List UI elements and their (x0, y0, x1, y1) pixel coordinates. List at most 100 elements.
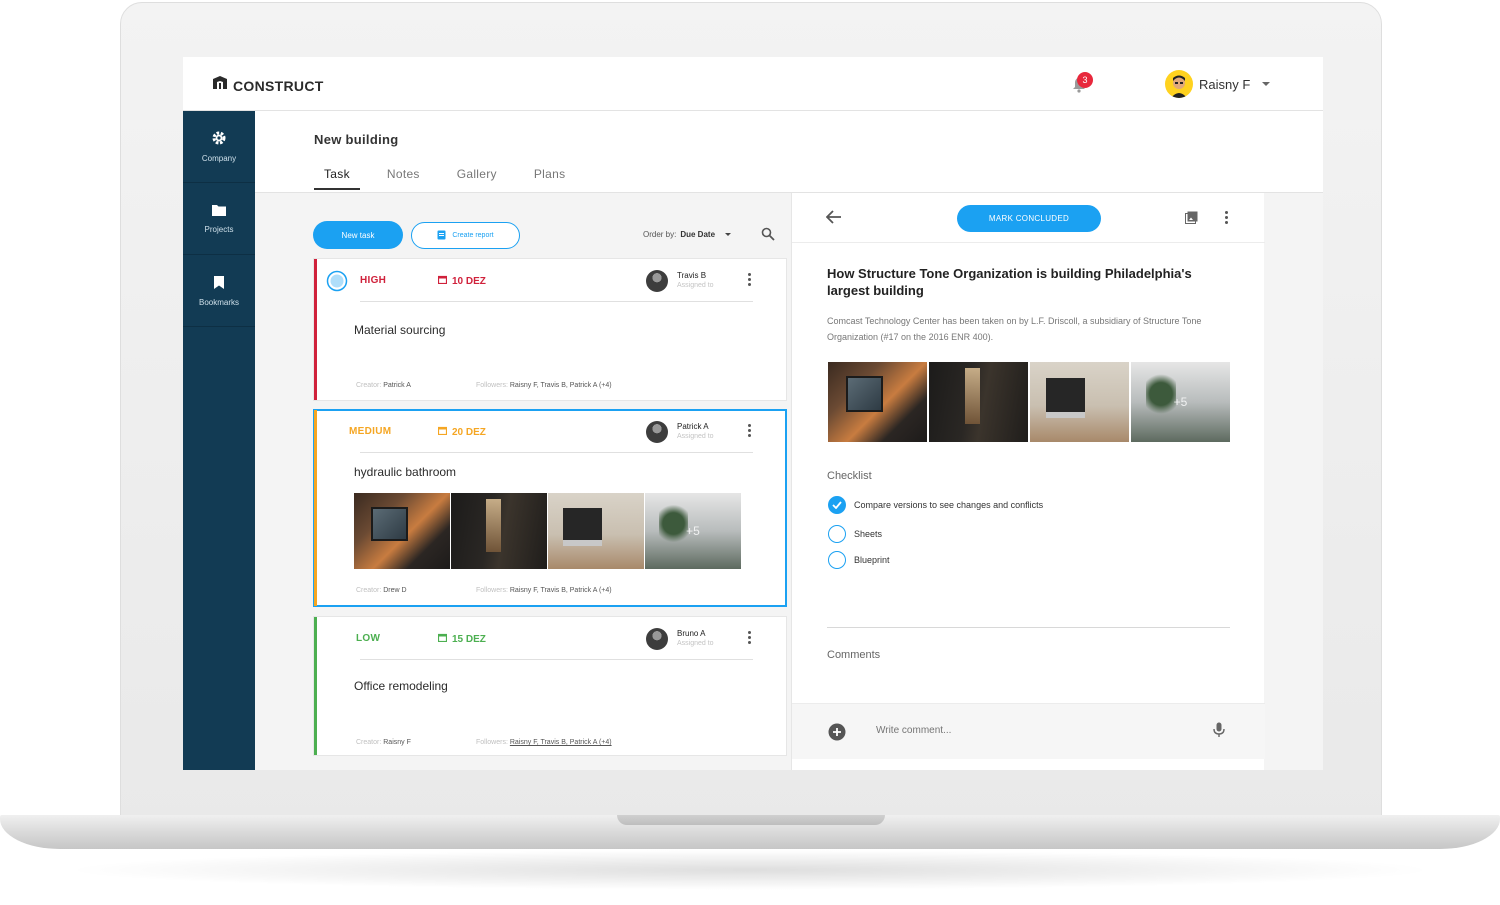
task-followers[interactable]: Followers: Raisny F, Travis B, Patrick A… (476, 739, 612, 746)
chevron-down-icon (725, 233, 732, 236)
more-options-icon[interactable] (748, 631, 751, 644)
search-icon[interactable] (761, 227, 775, 246)
order-by-label: Order by: (643, 230, 677, 239)
tab-gallery[interactable]: Gallery (447, 167, 507, 190)
task-image[interactable] (548, 493, 644, 569)
assignee-sub: Assigned to (677, 282, 714, 289)
calendar-icon (437, 633, 448, 645)
task-image[interactable] (451, 493, 547, 569)
detail-image[interactable] (1030, 362, 1129, 442)
sidebar-item-label: Bookmarks (198, 297, 239, 307)
task-followers: Followers: Raisny F, Travis B, Patrick A… (476, 587, 612, 594)
laptop-shadow (60, 850, 1440, 890)
calendar-icon (437, 426, 448, 438)
priority-edge (314, 617, 317, 755)
task-followers: Followers: Raisny F, Travis B, Patrick A… (476, 382, 612, 389)
task-title: Material sourcing (354, 323, 446, 337)
user-name: Raisny F (1199, 76, 1251, 92)
assignee[interactable]: Travis B Assigned to (646, 270, 714, 292)
task-title: Office remodeling (354, 679, 448, 693)
sidebar-item-bookmarks[interactable]: Bookmarks (183, 255, 255, 327)
task-images: +5 (354, 493, 741, 569)
brand-name: CONSTRUCT (233, 77, 324, 94)
task-image-more[interactable]: +5 (645, 493, 741, 569)
assignee-avatar (646, 421, 668, 443)
task-creator: Creator: Drew D (356, 587, 407, 594)
checklist-item[interactable]: Blueprint (828, 551, 890, 569)
checkbox-checked-icon[interactable] (828, 496, 846, 514)
add-attachment-icon[interactable] (828, 723, 846, 746)
due-date: 10 DEZ (437, 275, 486, 287)
card-divider (360, 659, 753, 660)
detail-images: +5 (828, 362, 1230, 442)
task-card-medium[interactable]: MEDIUM 20 DEZ Patrick A Assigned to hydr… (313, 409, 787, 607)
order-by-value: Due Date (680, 230, 716, 239)
assignee-name: Patrick A (677, 422, 709, 431)
priority-edge (314, 259, 317, 400)
gallery-icon[interactable] (1185, 211, 1198, 229)
checklist-item[interactable]: Sheets (828, 525, 882, 543)
comments-heading: Comments (827, 649, 881, 661)
sidebar-item-company[interactable]: Company (183, 111, 255, 183)
tab-plans[interactable]: Plans (524, 167, 576, 190)
tab-task[interactable]: Task (314, 167, 360, 190)
assignee-name: Travis B (677, 271, 707, 280)
tab-notes[interactable]: Notes (377, 167, 430, 190)
app-screen: CONSTRUCT 3 Raisny F Company Projects Bo… (183, 57, 1323, 770)
order-by-select[interactable]: Order by: Due Date (643, 230, 732, 239)
chevron-down-icon (1262, 82, 1271, 86)
comment-bar (792, 703, 1265, 759)
top-bar: CONSTRUCT 3 Raisny F (183, 57, 1323, 111)
due-date-text: 20 DEZ (452, 426, 486, 438)
task-card-low[interactable]: LOW 15 DEZ Bruno A Assigned to Office re… (313, 616, 787, 756)
assignee-sub: Assigned to (677, 640, 714, 647)
gear-icon (211, 130, 227, 148)
create-report-button[interactable]: Create report (411, 222, 520, 249)
detail-title: How Structure Tone Organization is build… (827, 266, 1192, 298)
logo-icon (211, 74, 229, 97)
sidebar-item-projects[interactable]: Projects (183, 183, 255, 255)
task-toolbar: New task Create report Order by: Due Dat… (313, 221, 787, 249)
new-task-button[interactable]: New task (313, 221, 403, 249)
microphone-icon[interactable] (1213, 722, 1225, 743)
tab-bar: Task Notes Gallery Plans (314, 167, 592, 190)
checklist-item-label: Sheets (854, 529, 883, 539)
task-card-high[interactable]: HIGH 10 DEZ Travis B Assigned to Materia… (313, 258, 787, 401)
create-report-label: Create report (452, 232, 494, 239)
bookmark-icon (213, 275, 225, 292)
detail-description: Comcast Technology Center has been taken… (827, 316, 1202, 342)
back-arrow-icon[interactable] (825, 210, 842, 229)
page-title: New building (314, 132, 399, 147)
assignee[interactable]: Bruno A Assigned to (646, 628, 714, 650)
detail-toolbar: MARK CONCLUDED (792, 193, 1265, 243)
due-date: 20 DEZ (437, 426, 486, 438)
sidebar-item-label: Projects (204, 225, 234, 234)
detail-image[interactable] (828, 362, 927, 442)
priority-label: MEDIUM (349, 426, 392, 437)
checklist-item-label: Blueprint (854, 555, 890, 565)
priority-edge (314, 410, 317, 606)
more-images-count: +5 (686, 524, 700, 538)
page-header: New building Task Notes Gallery Plans (255, 111, 1323, 193)
task-image[interactable] (354, 493, 450, 569)
mark-concluded-button[interactable]: MARK CONCLUDED (957, 205, 1101, 232)
detail-image[interactable] (929, 362, 1028, 442)
brand-logo[interactable]: CONSTRUCT (211, 74, 324, 97)
laptop-notch (617, 815, 885, 825)
section-divider (827, 627, 1230, 628)
card-divider (360, 452, 753, 453)
comment-input[interactable] (876, 725, 1176, 736)
checkbox-icon[interactable] (828, 551, 846, 569)
due-date-text: 10 DEZ (452, 275, 486, 287)
more-options-icon[interactable] (1225, 211, 1228, 224)
folder-icon (211, 203, 227, 219)
task-select-circle[interactable] (326, 270, 348, 297)
detail-image-more[interactable]: +5 (1131, 362, 1230, 442)
checklist-item[interactable]: Compare versions to see changes and conf… (828, 496, 1043, 514)
assignee[interactable]: Patrick A Assigned to (646, 421, 714, 443)
assignee-avatar (646, 270, 668, 292)
checkbox-icon[interactable] (828, 525, 846, 543)
more-options-icon[interactable] (748, 273, 751, 286)
more-options-icon[interactable] (748, 424, 751, 437)
user-menu[interactable]: Raisny F (1165, 70, 1271, 98)
